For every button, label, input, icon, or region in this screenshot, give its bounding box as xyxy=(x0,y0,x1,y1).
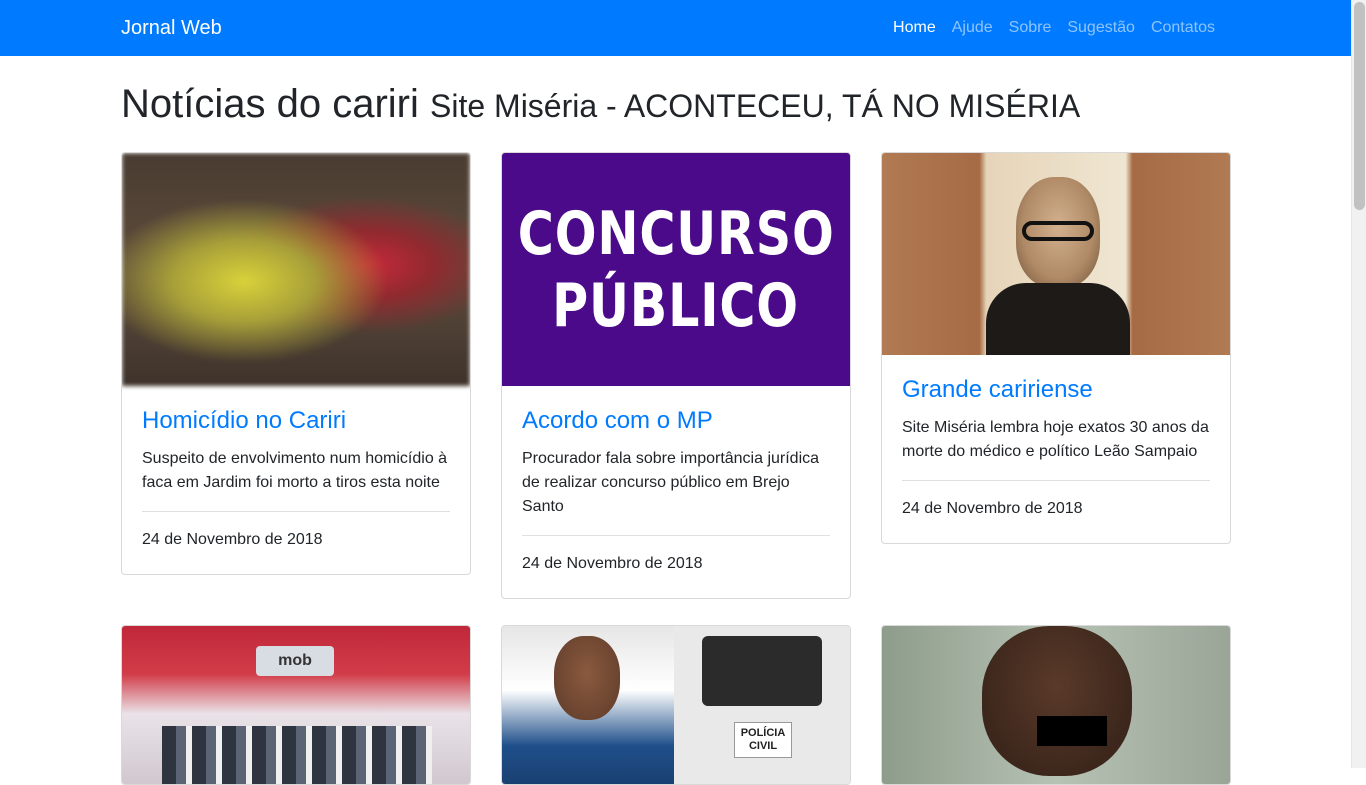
news-card-row2-2: POLÍCIA CIVIL xyxy=(501,625,851,785)
card-image[interactable] xyxy=(882,153,1230,355)
image-text-line: PÚBLICO xyxy=(552,270,800,341)
police-photo-right: POLÍCIA CIVIL xyxy=(674,626,850,784)
person-head xyxy=(982,626,1132,776)
event-people xyxy=(162,726,432,784)
scrollbar-thumb[interactable] xyxy=(1354,2,1365,210)
portrait-suit xyxy=(986,283,1130,355)
police-photo-left xyxy=(502,626,674,784)
card-image[interactable] xyxy=(122,153,470,386)
card-image[interactable]: mob xyxy=(122,626,470,784)
card-image[interactable]: CONCURSO PÚBLICO xyxy=(502,153,850,386)
image-text-line: CONCURSO xyxy=(517,198,835,269)
nav-sugestao[interactable]: Sugestão xyxy=(1059,16,1143,40)
card-divider xyxy=(142,511,450,512)
nav-contatos[interactable]: Contatos xyxy=(1143,16,1223,40)
news-card-homicidio: Homicídio no Cariri Suspeito de envolvim… xyxy=(121,152,471,575)
navbar: Jornal Web Home Ajude Sobre Sugestão Con… xyxy=(0,0,1351,56)
card-title-link[interactable]: Grande caririense xyxy=(902,375,1210,404)
gun-case xyxy=(702,636,822,706)
card-title-link[interactable]: Homicídio no Cariri xyxy=(142,406,450,435)
card-image[interactable] xyxy=(882,626,1230,784)
news-card-acordo-mp: CONCURSO PÚBLICO Acordo com o MP Procura… xyxy=(501,152,851,599)
censor-bar xyxy=(1037,716,1107,746)
card-image[interactable]: POLÍCIA CIVIL xyxy=(502,626,850,784)
page-title-main: Notícias do cariri xyxy=(121,82,419,126)
police-label: POLÍCIA CIVIL xyxy=(734,722,792,758)
card-text: Procurador fala sobre importância jurídi… xyxy=(522,450,820,515)
news-card-grande-caririense: Grande caririense Site Miséria lembra ho… xyxy=(881,152,1231,544)
nav-links: Home Ajude Sobre Sugestão Contatos xyxy=(885,16,1223,40)
brand-link[interactable]: Jornal Web xyxy=(121,15,222,41)
nav-ajude[interactable]: Ajude xyxy=(944,16,1001,40)
news-card-row2-1: mob xyxy=(121,625,471,785)
nav-sobre[interactable]: Sobre xyxy=(1001,16,1060,40)
card-divider xyxy=(902,480,1210,481)
portrait-glasses xyxy=(1022,221,1094,241)
card-title-link[interactable]: Acordo com o MP xyxy=(522,406,830,435)
card-divider xyxy=(522,535,830,536)
card-date: 24 de Novembro de 2018 xyxy=(142,531,323,548)
card-date: 24 de Novembro de 2018 xyxy=(902,500,1083,517)
event-sign: mob xyxy=(256,646,334,676)
card-text: Suspeito de envolvimento num homicídio à… xyxy=(142,450,448,491)
page-title: Notícias do cariri Site Miséria - ACONTE… xyxy=(121,80,1080,130)
news-card-row2-3 xyxy=(881,625,1231,785)
card-date: 24 de Novembro de 2018 xyxy=(522,555,703,572)
card-text: Site Miséria lembra hoje exatos 30 anos … xyxy=(902,419,1209,460)
page-scrollbar[interactable] xyxy=(1351,0,1366,768)
nav-home[interactable]: Home xyxy=(885,16,944,40)
police-head xyxy=(554,636,620,720)
page-subtitle: Site Miséria - ACONTECEU, TÁ NO MISÉRIA xyxy=(430,88,1081,124)
